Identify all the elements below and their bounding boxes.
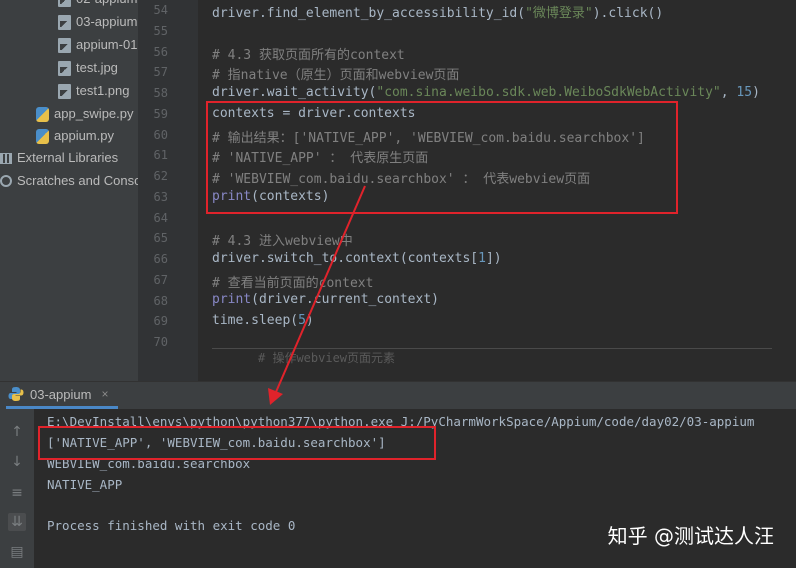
annotation-arrow [268, 185, 366, 405]
watermark: 知乎 @测试达人汪 [607, 524, 774, 548]
